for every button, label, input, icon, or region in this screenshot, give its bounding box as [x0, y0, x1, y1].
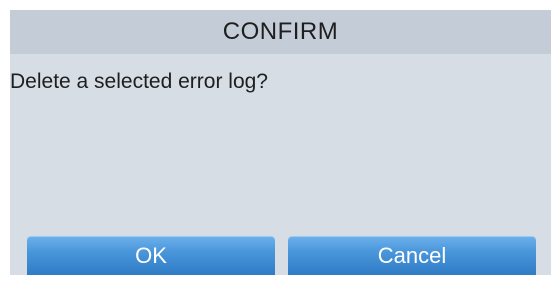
- ok-button[interactable]: OK: [27, 236, 275, 275]
- dialog-message: Delete a selected error log?: [10, 70, 268, 93]
- cancel-button-label: Cancel: [377, 242, 447, 268]
- dialog-header: CONFIRM: [10, 10, 551, 54]
- ok-button-label: OK: [135, 242, 167, 268]
- dialog-title: CONFIRM: [222, 18, 339, 45]
- cancel-button[interactable]: Cancel: [288, 236, 536, 275]
- confirm-dialog: CONFIRM Delete a selected error log? OK …: [10, 10, 551, 275]
